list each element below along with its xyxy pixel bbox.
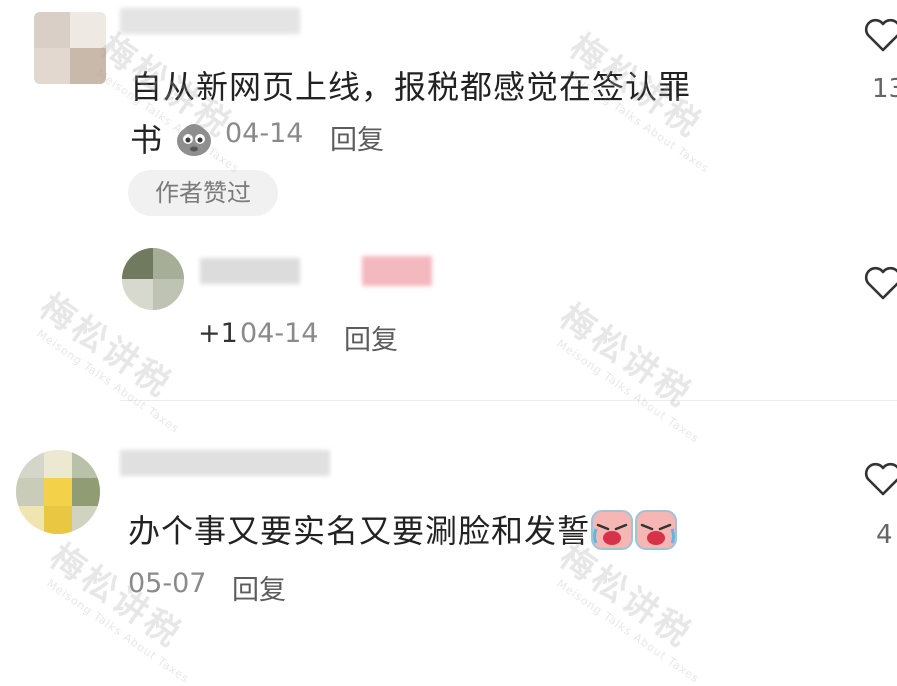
reply-button[interactable]: 回复 xyxy=(330,118,384,157)
comment-text-content: 办个事又要实名又要涮脸和发誓 xyxy=(128,512,591,550)
comment-text: 办个事又要实名又要涮脸和发誓 xyxy=(128,506,678,559)
like-count: 4 xyxy=(876,520,893,550)
avatar[interactable] xyxy=(122,248,184,310)
watermark-subtext: Meisong Talks About Taxes xyxy=(34,327,182,436)
heart-outline-icon xyxy=(864,18,897,52)
username-redacted[interactable] xyxy=(200,258,300,284)
avatar-pixel xyxy=(34,48,70,84)
watermark-subtext: Meisong Talks About Taxes xyxy=(554,577,702,686)
comment-text-line2-content: 书 xyxy=(130,121,164,159)
comment-date: 05-07 xyxy=(128,568,207,599)
badge-redacted xyxy=(362,256,432,286)
reply-prefix: +1 xyxy=(198,318,238,349)
avatar-pixel xyxy=(16,506,44,534)
avatar-pixel xyxy=(122,248,153,279)
reply-button[interactable]: 回复 xyxy=(344,318,398,357)
avatar[interactable] xyxy=(16,450,100,534)
crying-emoji-icon xyxy=(634,507,678,559)
crying-emoji-icon xyxy=(590,507,634,559)
like-count: 13 xyxy=(872,74,897,104)
comment-date: 04-14 xyxy=(240,318,319,349)
watermark-text: 梅松讲税 xyxy=(552,296,700,417)
reply-button[interactable]: 回复 xyxy=(232,568,286,607)
like-button[interactable] xyxy=(864,266,897,300)
avatar-pixel xyxy=(44,506,72,534)
heart-outline-icon xyxy=(864,462,897,496)
avatar-pixel xyxy=(70,12,106,48)
author-liked-badge: 作者赞过 xyxy=(128,170,278,216)
like-button[interactable] xyxy=(864,462,897,496)
avatar-pixel xyxy=(34,12,70,48)
watermark-subtext: Meisong Talks About Taxes xyxy=(554,337,702,446)
ghost-emoji-icon xyxy=(174,119,214,165)
avatar-pixel xyxy=(16,450,44,478)
avatar-pixel xyxy=(44,450,72,478)
watermark: 梅松讲税 Meisong Talks About Taxes xyxy=(544,290,729,446)
avatar-pixel xyxy=(122,279,153,310)
avatar-pixel xyxy=(70,48,106,84)
like-button[interactable] xyxy=(864,18,897,52)
avatar-pixel xyxy=(16,478,44,506)
avatar-pixel xyxy=(72,450,100,478)
divider xyxy=(120,400,897,401)
avatar-pixel xyxy=(153,248,184,279)
comment-text-line1: 自从新网页上线，报税都感觉在签认罪 xyxy=(130,68,692,106)
avatar-pixel xyxy=(72,506,100,534)
comment-date: 04-14 xyxy=(225,118,304,149)
comment-text-line2: 书 xyxy=(130,115,214,165)
username-redacted[interactable] xyxy=(120,8,300,34)
avatar[interactable] xyxy=(34,12,106,84)
username-redacted[interactable] xyxy=(120,450,330,476)
avatar-pixel xyxy=(153,279,184,310)
avatar-pixel xyxy=(44,478,72,506)
avatar-pixel xyxy=(72,478,100,506)
heart-outline-icon xyxy=(864,266,897,300)
